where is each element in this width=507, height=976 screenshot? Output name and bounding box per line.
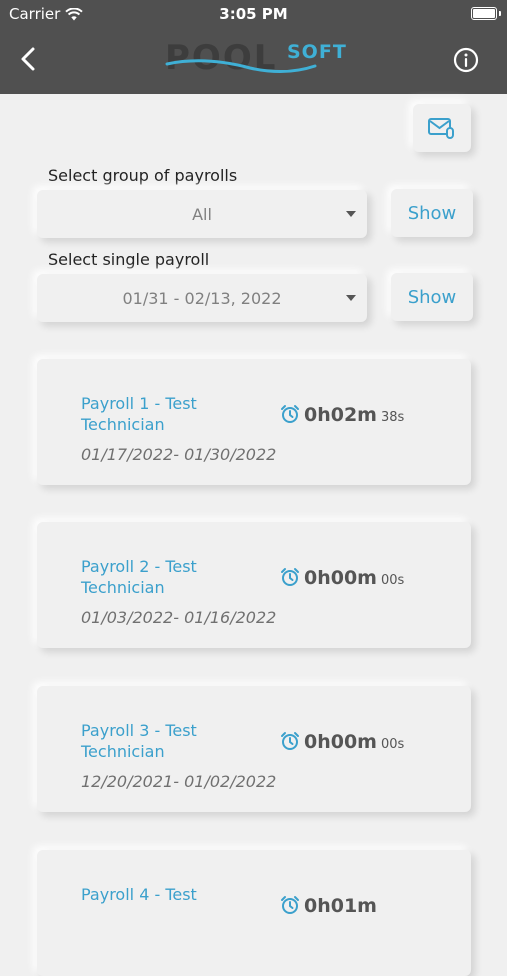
alarm-clock-icon — [281, 732, 299, 750]
payroll-title: Payroll 3 - Test Technician — [81, 721, 197, 761]
payroll-duration: 0h00m 00s — [280, 564, 404, 589]
duration-hours-minutes: 0h00m — [304, 731, 377, 753]
alarm-clock-icon — [281, 568, 299, 586]
payroll-card[interactable]: Payroll 3 - Test Technician 0h00m 00s 12… — [37, 686, 471, 812]
duration-hours-minutes: 0h01m — [304, 895, 377, 917]
group-select-value: All — [192, 204, 212, 224]
info-icon — [453, 47, 479, 73]
payroll-card[interactable]: Payroll 1 - Test Technician 0h02m 38s 01… — [37, 359, 471, 485]
info-button[interactable] — [452, 46, 480, 74]
show-single-button[interactable]: Show — [391, 273, 473, 321]
alarm-clock-icon — [281, 896, 299, 914]
duration-hours-minutes: 0h00m — [304, 567, 377, 589]
payroll-dates: 01/03/2022- 01/16/2022 — [81, 608, 277, 627]
payroll-dates: 12/20/2021- 01/02/2022 — [81, 772, 277, 791]
single-select-label: Select single payroll — [48, 250, 210, 269]
single-select-value: 01/31 - 02/13, 2022 — [122, 288, 282, 308]
battery-icon — [471, 7, 497, 20]
nav-bar: POOL SOFT — [0, 28, 507, 94]
app-logo: POOL SOFT — [165, 38, 346, 86]
duration-seconds: 38s — [381, 410, 405, 425]
status-bar: Carrier 3:05 PM — [0, 0, 507, 28]
logo-wave-icon — [165, 59, 317, 74]
duration-seconds: 00s — [381, 573, 405, 588]
battery-nub — [499, 11, 501, 16]
show-group-button[interactable]: Show — [391, 189, 473, 237]
status-time: 3:05 PM — [219, 5, 288, 23]
payroll-title: Payroll 4 - Test — [81, 885, 197, 904]
payroll-card[interactable]: Payroll 4 - Test 0h01m — [37, 850, 471, 976]
back-chevron-icon — [21, 47, 35, 71]
back-button[interactable] — [14, 44, 44, 74]
email-report-button[interactable] — [413, 104, 471, 152]
group-select-label: Select group of payrolls — [48, 166, 238, 185]
single-payroll-select[interactable]: 01/31 - 02/13, 2022 — [37, 274, 367, 322]
payroll-dates: 01/17/2022- 01/30/2022 — [81, 445, 277, 464]
duration-seconds: 00s — [381, 737, 405, 752]
alarm-clock-icon — [281, 405, 299, 423]
payroll-title: Payroll 2 - Test Technician — [81, 557, 197, 597]
payroll-duration: 0h00m 00s — [280, 728, 404, 753]
email-attachment-icon — [428, 118, 454, 139]
payroll-title: Payroll 1 - Test Technician — [81, 394, 197, 434]
dropdown-caret-icon — [346, 295, 356, 301]
duration-hours-minutes: 0h02m — [304, 404, 377, 426]
payroll-card[interactable]: Payroll 2 - Test Technician 0h00m 00s 01… — [37, 522, 471, 648]
dropdown-caret-icon — [346, 211, 356, 217]
group-select[interactable]: All — [37, 190, 367, 238]
payroll-duration: 0h01m — [280, 892, 381, 917]
payroll-duration: 0h02m 38s — [280, 401, 404, 426]
